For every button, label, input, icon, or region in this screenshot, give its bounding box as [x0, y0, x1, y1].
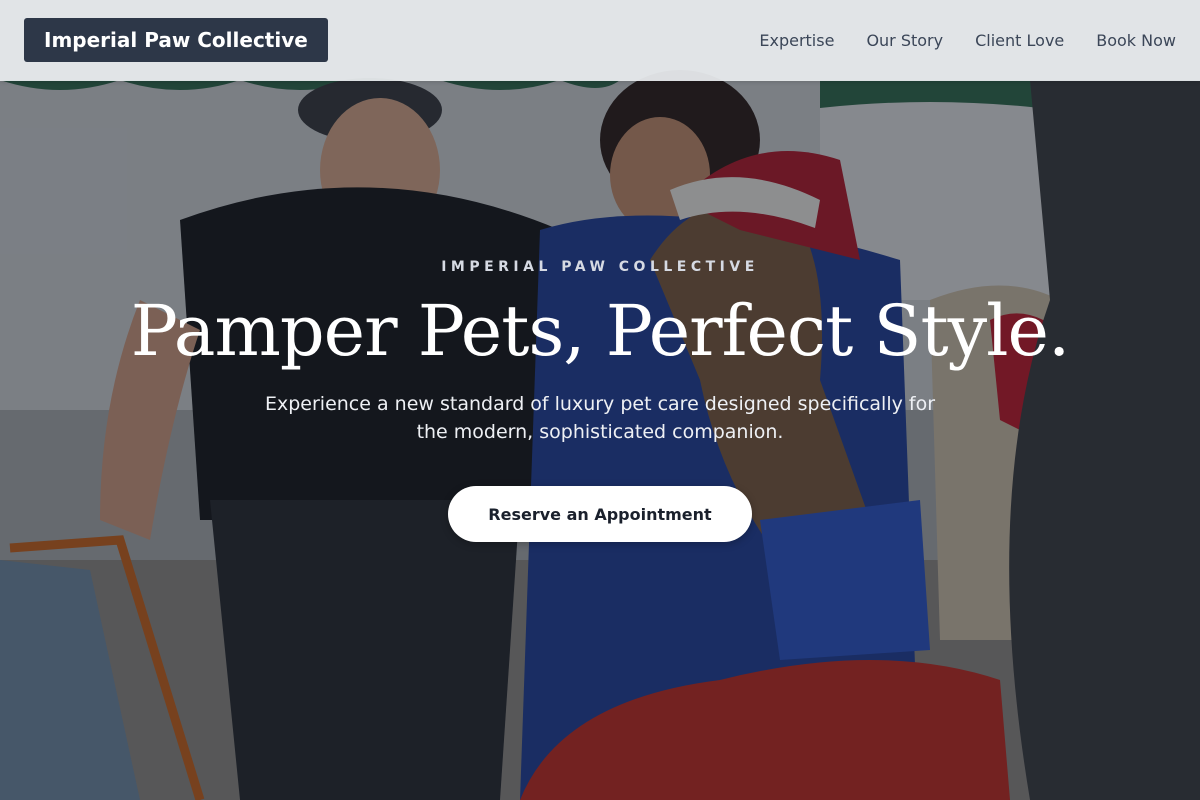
hero-eyebrow: IMPERIAL PAW COLLECTIVE — [441, 259, 759, 275]
hero-headline: Pamper Pets, Perfect Style. — [130, 290, 1070, 372]
hero-subtitle: Experience a new standard of luxury pet … — [264, 393, 936, 443]
reserve-appointment-button[interactable]: Reserve an Appointment — [448, 486, 752, 542]
hero-section: IMPERIAL PAW COLLECTIVE Pamper Pets, Per… — [0, 0, 1200, 800]
